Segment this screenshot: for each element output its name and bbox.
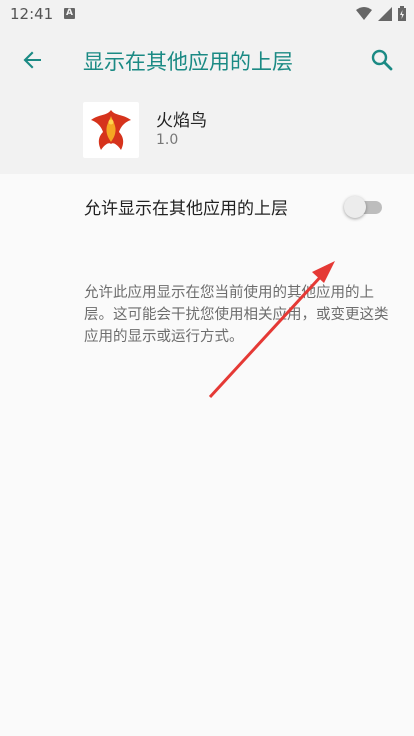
status-time: 12:41 — [10, 5, 54, 23]
back-button[interactable] — [14, 42, 50, 78]
status-icons — [356, 6, 406, 21]
page-title: 显示在其他应用的上层 — [83, 50, 293, 74]
app-icon — [83, 102, 139, 158]
signal-icon — [378, 6, 392, 21]
annotation-arrow-icon — [208, 261, 335, 399]
app-header: 火焰鸟 1.0 — [0, 92, 414, 174]
arrow-left-icon — [23, 51, 41, 69]
app-version: 1.0 — [156, 132, 179, 148]
search-icon — [371, 49, 393, 71]
overlay-permission-toggle[interactable] — [344, 196, 384, 218]
permission-row[interactable]: 允许显示在其他应用的上层 — [0, 174, 414, 238]
app-name: 火焰鸟 — [156, 111, 207, 131]
phoenix-icon — [91, 110, 131, 150]
status-bar: 12:41 A — [0, 0, 414, 28]
battery-icon — [398, 6, 406, 21]
toggle-thumb — [344, 196, 366, 218]
app-bar: 显示在其他应用的上层 — [0, 28, 414, 92]
permission-label: 允许显示在其他应用的上层 — [84, 199, 288, 219]
notification-icon: A — [64, 8, 75, 19]
wifi-icon — [356, 6, 372, 20]
search-button[interactable] — [364, 42, 400, 78]
